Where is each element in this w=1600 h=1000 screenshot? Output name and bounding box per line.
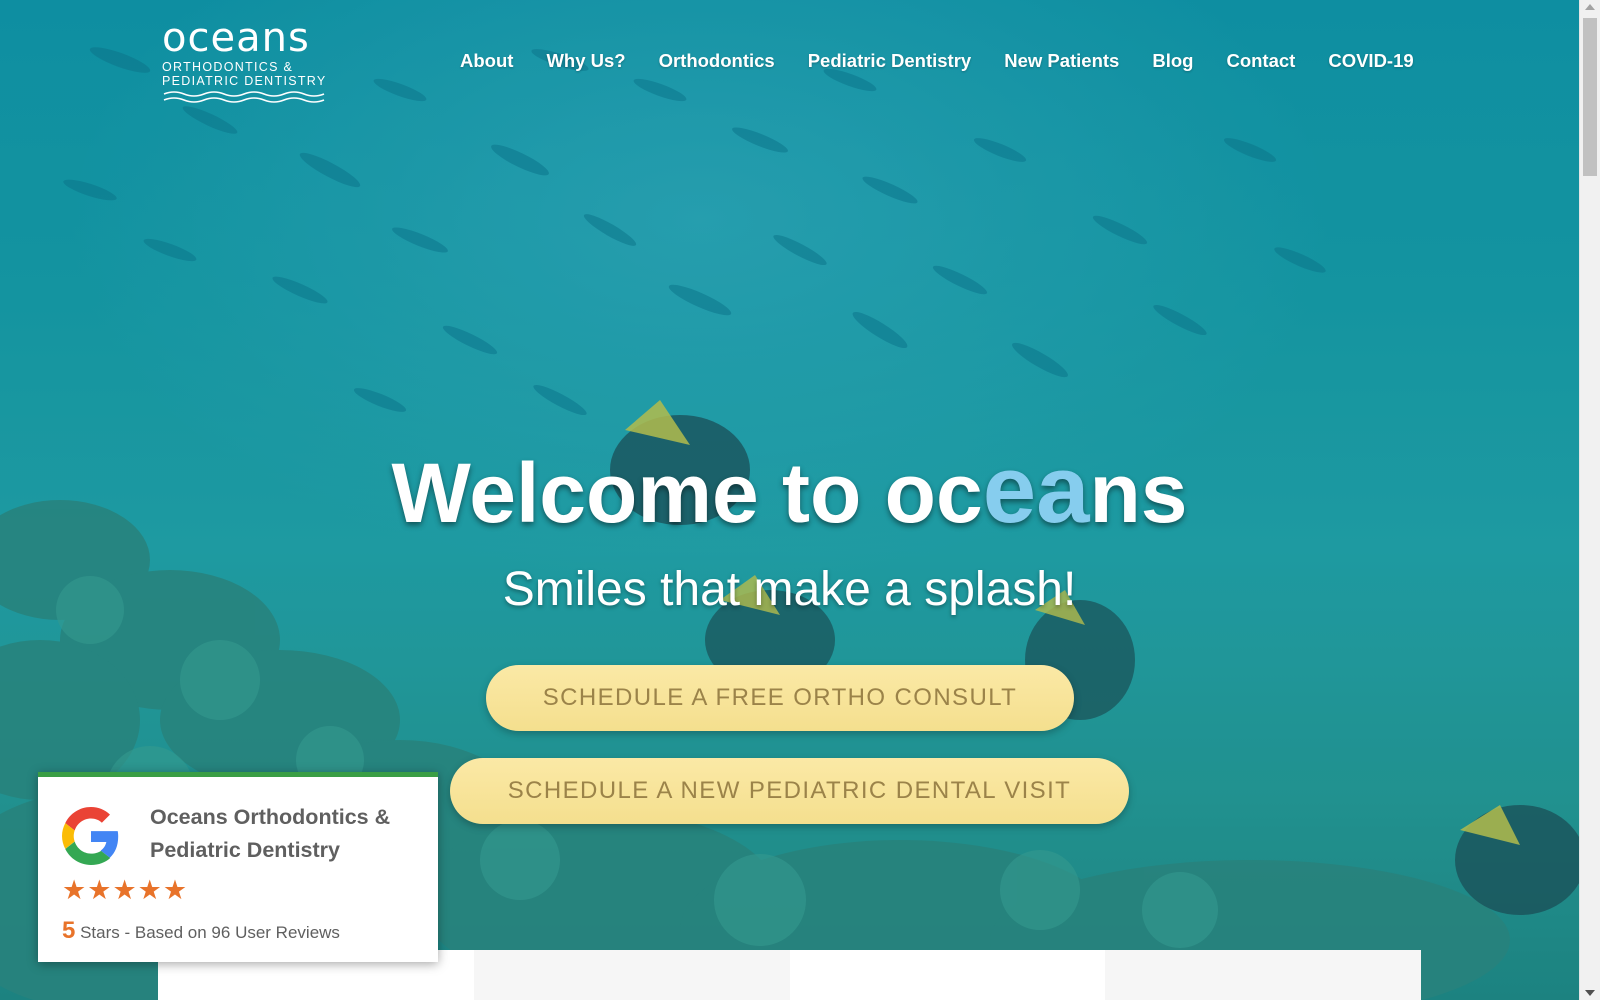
main-nav: About Why Us? Orthodontics Pediatric Den… xyxy=(460,50,1414,72)
logo-wordmark: oceans xyxy=(162,15,310,61)
scroll-up-arrow-icon[interactable] xyxy=(1585,4,1595,10)
nav-pediatric-dentistry[interactable]: Pediatric Dentistry xyxy=(808,50,971,72)
review-business-name: Oceans Orthodontics & Pediatric Dentistr… xyxy=(150,805,391,862)
review-stars: ★ ★ ★ ★ ★ xyxy=(62,877,187,905)
schedule-pediatric-visit-button[interactable]: SCHEDULE A NEW PEDIATRIC DENTAL VISIT xyxy=(450,758,1129,824)
hero-heading-prefix: Welcome to oc xyxy=(391,446,983,540)
star-icon: ★ xyxy=(137,875,162,906)
feature-panel xyxy=(789,950,1106,1000)
review-rating-number: 5 xyxy=(62,917,76,944)
schedule-ortho-consult-button[interactable]: SCHEDULE A FREE ORTHO CONSULT xyxy=(486,665,1074,731)
hero-tagline: Smiles that make a splash! xyxy=(502,563,1077,616)
hero-heading-suffix: ns xyxy=(1089,446,1188,540)
hero-heading: Welcome to oceans xyxy=(0,440,1579,543)
oceans-logo[interactable]: oceans ORTHODONTICS & PEDIATRIC DENTISTR… xyxy=(162,18,332,104)
logo-waves-icon xyxy=(163,91,325,103)
nav-new-patients[interactable]: New Patients xyxy=(1004,50,1119,72)
nav-orthodontics[interactable]: Orthodontics xyxy=(659,50,775,72)
logo-tagline-line-1: ORTHODONTICS & xyxy=(162,60,294,74)
hero-heading-highlight: ea xyxy=(982,436,1090,543)
nav-why-us[interactable]: Why Us? xyxy=(546,50,625,72)
review-rating-text: Stars - Based on 96 User Reviews xyxy=(80,923,340,942)
review-rating-summary: 5 Stars - Based on 96 User Reviews xyxy=(62,917,340,945)
nav-covid-19[interactable]: COVID-19 xyxy=(1328,50,1413,72)
logo-tagline-line-2: PEDIATRIC DENTISTRY xyxy=(162,74,327,88)
google-g-icon xyxy=(62,807,119,865)
feature-panel xyxy=(1105,950,1421,1000)
star-icon: ★ xyxy=(162,875,188,906)
nav-about[interactable]: About xyxy=(460,50,513,72)
scrollbar-thumb[interactable] xyxy=(1583,18,1597,176)
scroll-down-arrow-icon[interactable] xyxy=(1585,990,1595,996)
nav-contact[interactable]: Contact xyxy=(1226,50,1295,72)
nav-blog[interactable]: Blog xyxy=(1152,50,1193,72)
star-icon: ★ xyxy=(62,875,87,906)
star-icon: ★ xyxy=(87,875,112,906)
feature-panel xyxy=(473,950,790,1000)
page-scrollbar[interactable] xyxy=(1579,0,1600,1000)
google-review-badge[interactable]: Oceans Orthodontics & Pediatric Dentistr… xyxy=(38,772,438,962)
star-icon: ★ xyxy=(112,875,137,906)
